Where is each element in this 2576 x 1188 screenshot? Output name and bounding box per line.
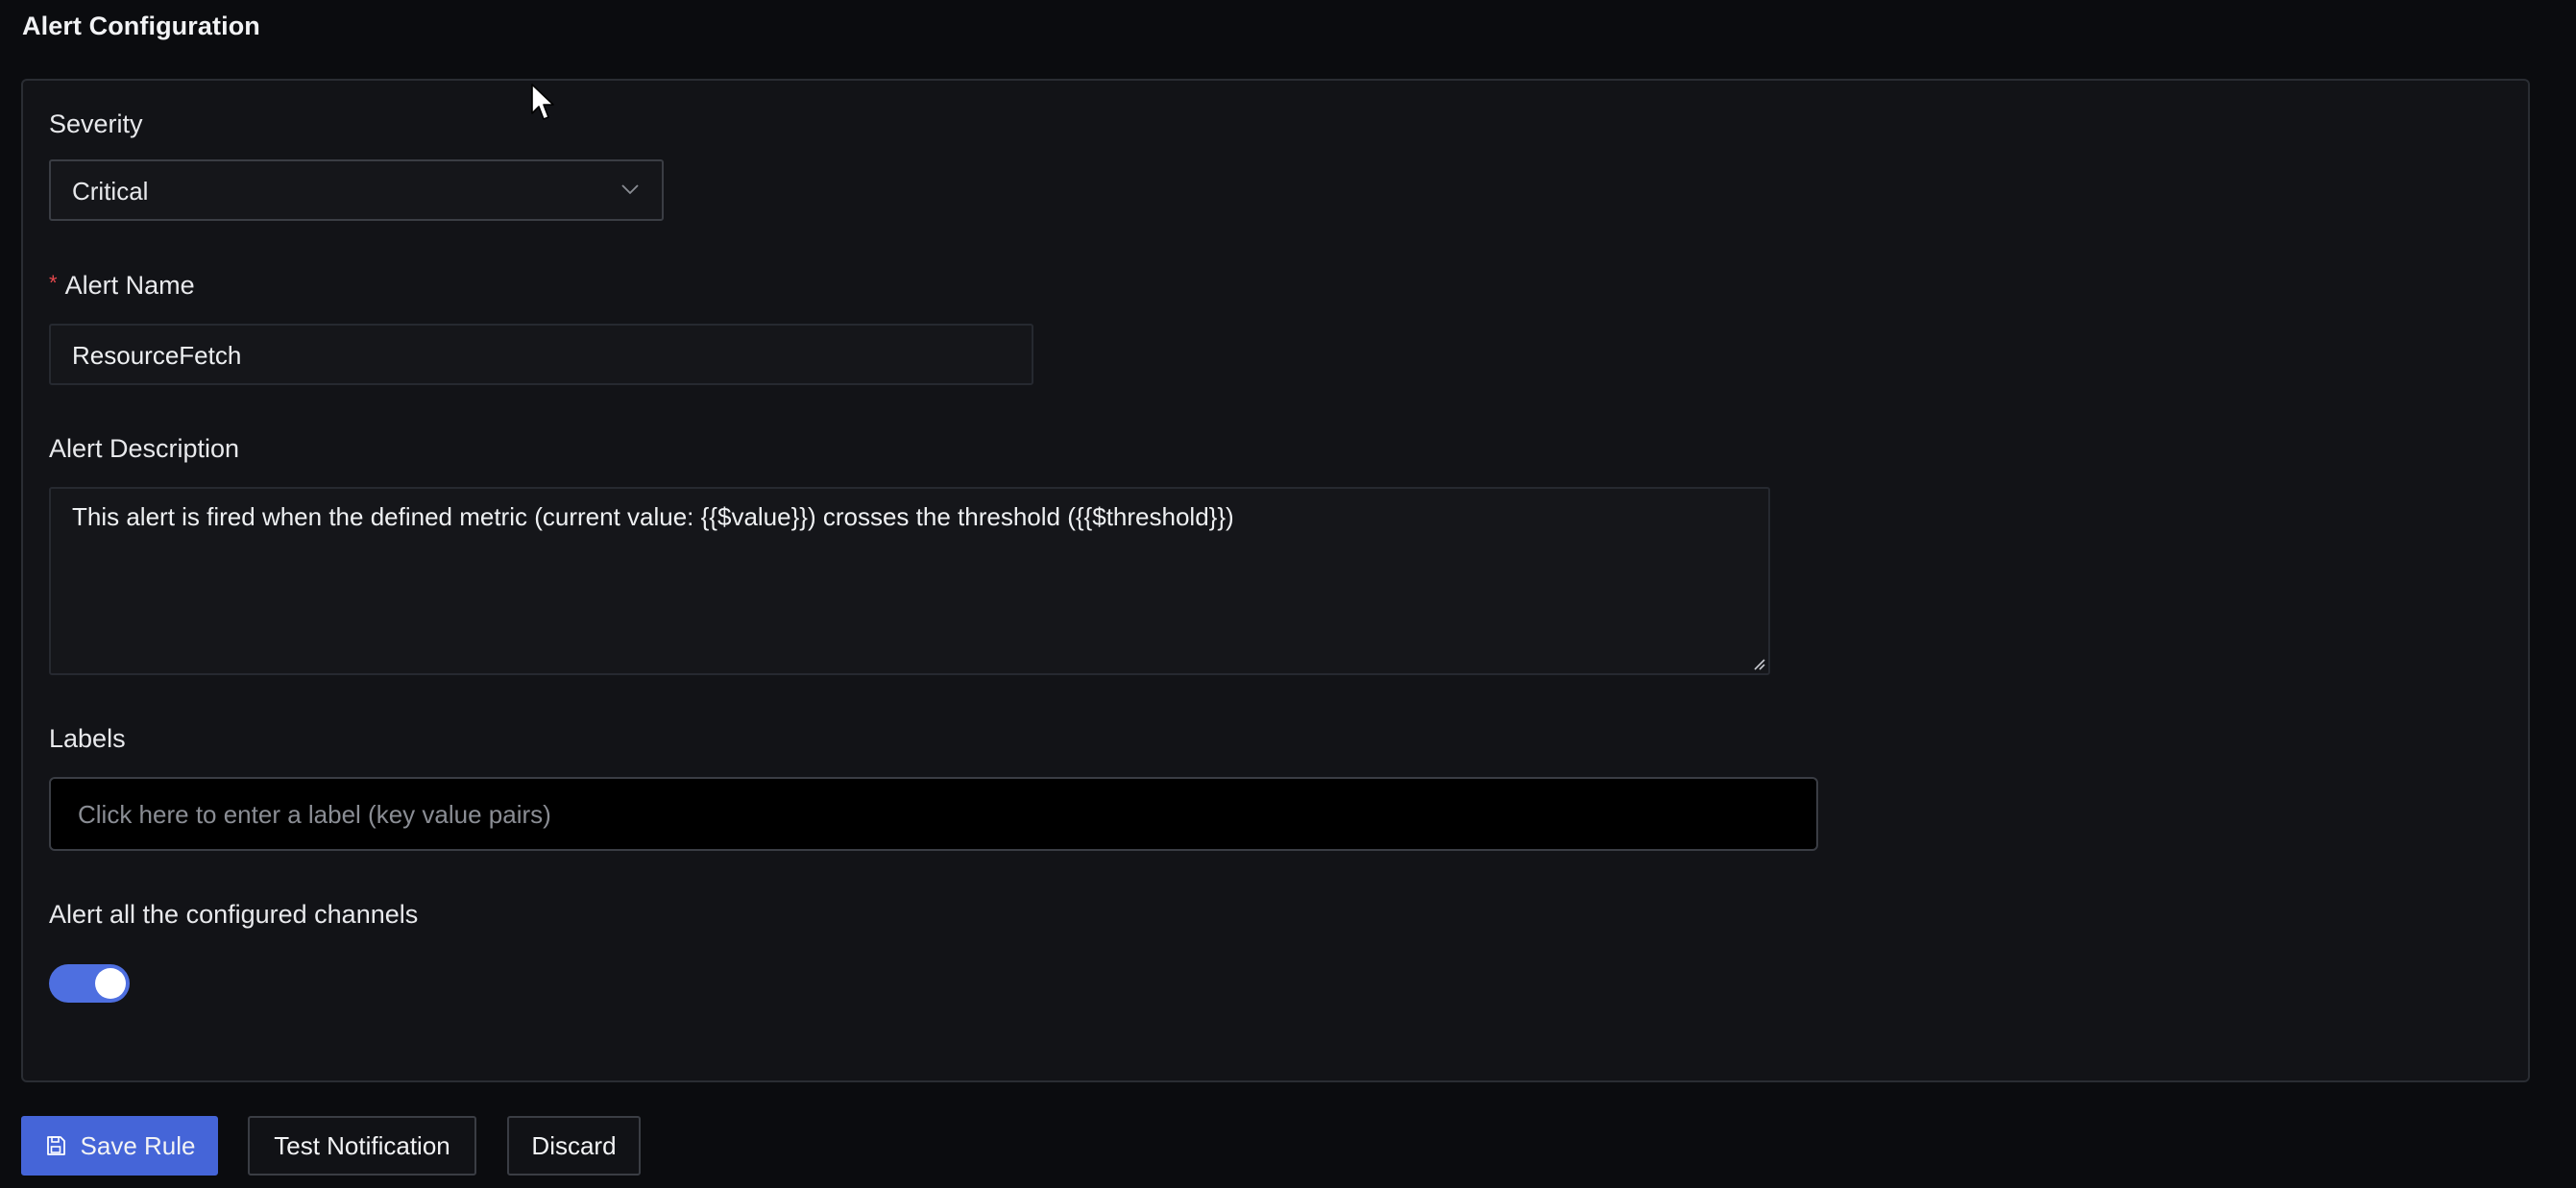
discard-label: Discard	[531, 1130, 617, 1160]
discard-button[interactable]: Discard	[507, 1116, 641, 1176]
mouse-cursor-icon	[531, 84, 554, 120]
alert-description-label: Alert Description	[49, 434, 240, 463]
alert-description-textarea[interactable]: This alert is fired when the defined met…	[49, 487, 1770, 675]
page-title: Alert Configuration	[22, 12, 260, 40]
alert-all-channels-toggle[interactable]	[49, 964, 130, 1003]
alert-description-value: This alert is fired when the defined met…	[72, 502, 1234, 531]
labels-label: Labels	[49, 724, 126, 753]
alert-name-value: ResourceFetch	[72, 341, 242, 370]
labels-input[interactable]: Click here to enter a label (key value p…	[49, 777, 1818, 851]
required-indicator: *	[49, 271, 58, 295]
test-notification-label: Test Notification	[274, 1130, 450, 1160]
alert-configuration-card: Severity Critical * Alert Name ResourceFe…	[21, 79, 2530, 1082]
alert-name-label: * Alert Name	[49, 271, 195, 301]
alert-configuration-page: Alert Configuration Severity Critical * A…	[0, 0, 2576, 1188]
severity-label: Severity	[49, 109, 143, 138]
alert-name-input[interactable]: ResourceFetch	[49, 324, 1033, 385]
toggle-knob	[95, 968, 126, 999]
test-notification-button[interactable]: Test Notification	[248, 1116, 476, 1176]
severity-select[interactable]: Critical	[49, 159, 664, 221]
severity-value: Critical	[72, 177, 149, 206]
labels-placeholder: Click here to enter a label (key value p…	[78, 800, 551, 829]
alert-name-label-text: Alert Name	[64, 271, 195, 300]
alert-all-channels-label: Alert all the configured channels	[49, 900, 419, 929]
resize-handle-icon[interactable]	[1751, 656, 1766, 671]
chevron-down-icon	[621, 184, 639, 195]
save-icon	[46, 1136, 65, 1155]
save-rule-button[interactable]: Save Rule	[21, 1116, 218, 1176]
save-rule-label: Save Rule	[80, 1130, 196, 1160]
